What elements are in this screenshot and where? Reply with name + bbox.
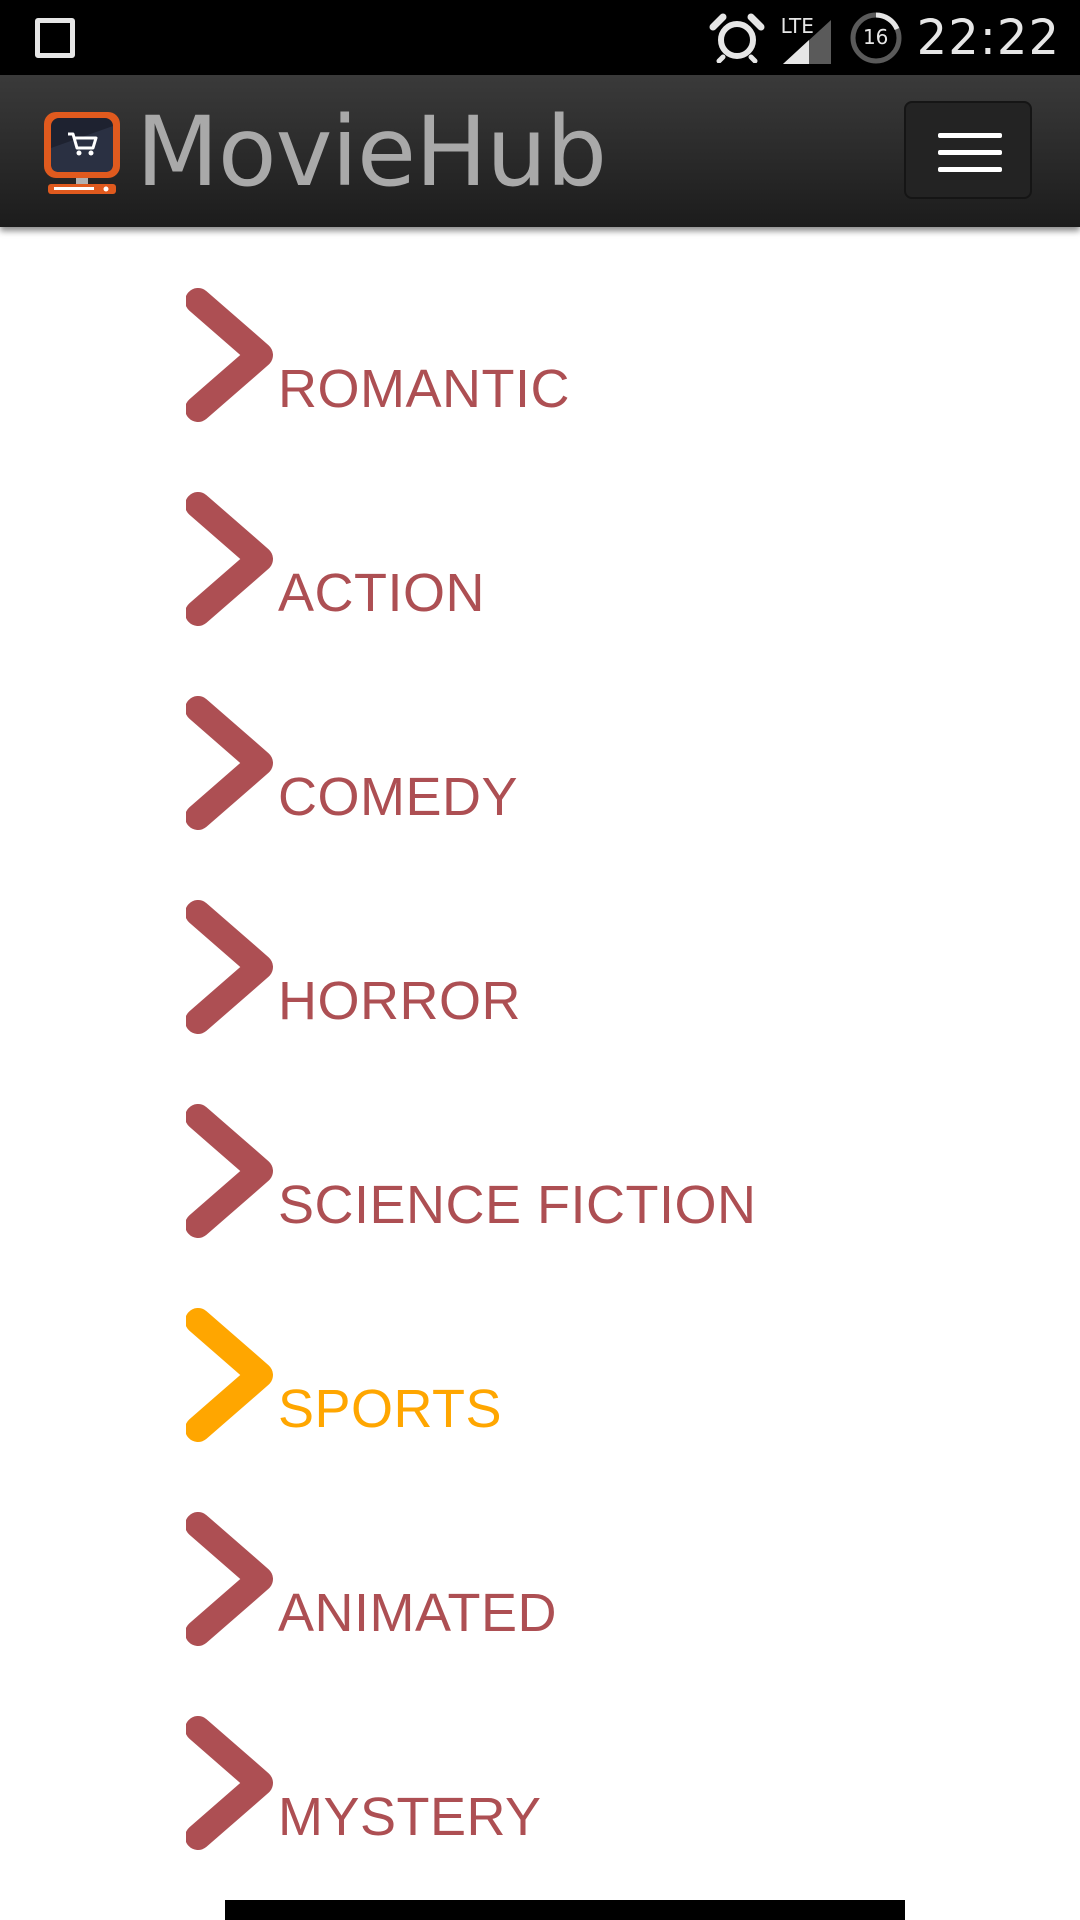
menu-bar-icon xyxy=(938,167,1002,172)
category-item[interactable]: SCIENCE FICTION xyxy=(186,1103,886,1239)
category-label: ACTION xyxy=(278,563,486,623)
status-bar: LTE 16 22:22 xyxy=(0,0,1080,75)
chevron-right-icon xyxy=(186,1716,273,1850)
chevron-right-icon xyxy=(186,492,273,626)
category-label: HORROR xyxy=(278,971,521,1031)
category-item[interactable]: COMEDY xyxy=(186,695,886,831)
chevron-right-icon xyxy=(186,1308,273,1442)
clock: 22:22 xyxy=(916,9,1060,66)
category-label: MYSTERY xyxy=(278,1787,542,1847)
category-label: ANIMATED xyxy=(278,1583,558,1643)
menu-bar-icon xyxy=(938,133,1002,138)
category-item[interactable]: ACTION xyxy=(186,491,886,627)
chevron-right-icon xyxy=(186,288,273,422)
category-label: SCIENCE FICTION xyxy=(278,1175,757,1235)
category-item[interactable]: HORROR xyxy=(186,899,886,1035)
category-label: SPORTS xyxy=(278,1379,503,1439)
tv-cart-logo-icon[interactable] xyxy=(38,108,126,198)
category-label: COMEDY xyxy=(278,767,519,827)
status-indicators: LTE 16 22:22 xyxy=(709,0,1060,75)
app-bar: MovieHub xyxy=(0,75,1080,227)
category-label: ROMANTIC xyxy=(278,359,570,419)
signal-lte-icon: LTE xyxy=(779,8,835,68)
category-item[interactable]: MYSTERY xyxy=(186,1715,886,1851)
menu-bar-icon xyxy=(938,150,1002,155)
category-item[interactable]: SPORTS xyxy=(186,1307,886,1443)
chevron-right-icon xyxy=(186,696,273,830)
bottom-bar xyxy=(225,1900,905,1920)
alarm-icon xyxy=(709,13,765,63)
battery-icon: 16 xyxy=(849,11,903,65)
category-item[interactable]: ROMANTIC xyxy=(186,287,886,423)
chevron-right-icon xyxy=(186,1104,273,1238)
menu-button[interactable] xyxy=(904,101,1032,199)
chevron-right-icon xyxy=(186,900,273,1034)
battery-level: 16 xyxy=(862,24,889,49)
chevron-right-icon xyxy=(186,1512,273,1646)
recent-apps-icon xyxy=(35,18,75,58)
app-title: MovieHub xyxy=(136,96,607,208)
category-item[interactable]: ANIMATED xyxy=(186,1511,886,1647)
